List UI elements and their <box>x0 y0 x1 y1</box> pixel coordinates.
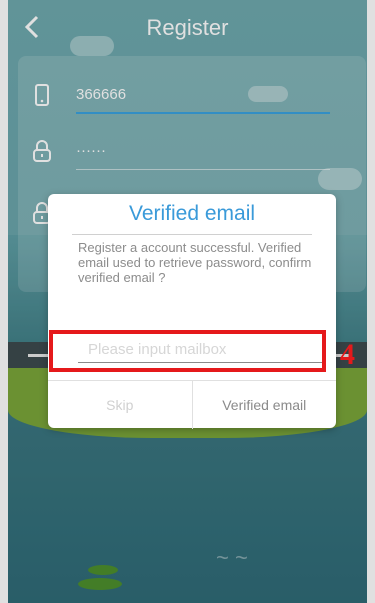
dialog-title: Verified email <box>128 202 256 225</box>
step-number-label: 4 <box>340 338 355 371</box>
dialog-message: Register a account successful. Verified … <box>78 240 312 285</box>
dialog-buttons: Skip Verified email <box>48 380 336 429</box>
verify-email-button[interactable]: Verified email <box>193 381 337 429</box>
verify-email-dialog: Verified email Register a account succes… <box>48 194 336 429</box>
dialog-divider <box>72 234 312 235</box>
highlight-box <box>49 330 326 372</box>
skip-button[interactable]: Skip <box>48 381 193 429</box>
